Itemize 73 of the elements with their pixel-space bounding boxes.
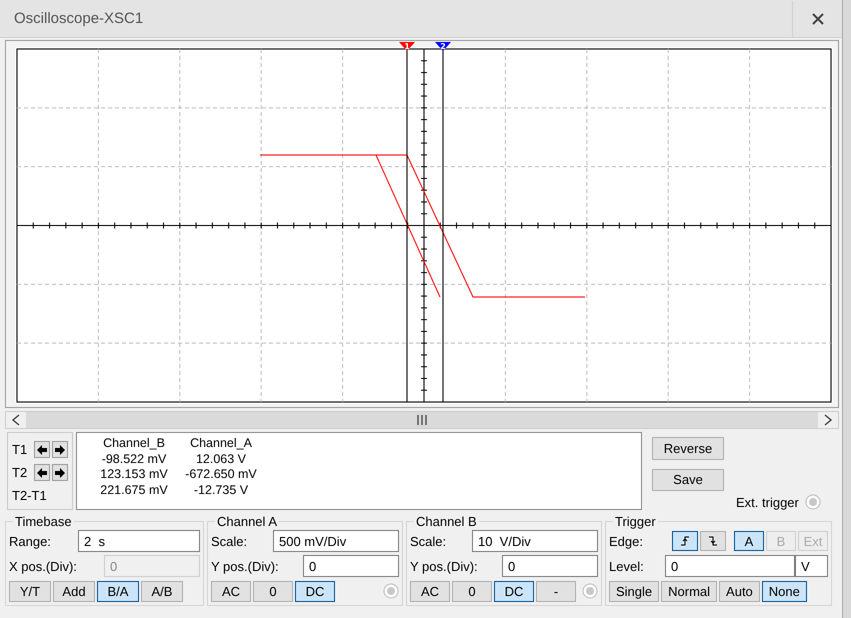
window-title: Oscilloscope-XSC1 (13, 10, 144, 27)
arrow-left-icon (37, 468, 47, 478)
readout-value: 123.153 mV (99, 467, 169, 482)
coupling-button[interactable]: 0 (452, 580, 492, 602)
coupling-button[interactable]: DC (494, 580, 534, 602)
input-field[interactable]: 0 (502, 555, 598, 577)
radio-icon (804, 494, 821, 510)
column-header: Channel_B (102, 436, 166, 452)
field-label: Level: (609, 558, 644, 574)
input-field[interactable]: 500 mV/Div (273, 530, 399, 552)
input-field[interactable]: 0 (303, 555, 399, 577)
input-field[interactable]: 10 V/Div (472, 530, 598, 552)
radio-icon (383, 583, 399, 599)
mode-button[interactable]: Y/T (9, 580, 51, 602)
edge-button[interactable] (700, 531, 726, 551)
edge-button[interactable] (672, 531, 698, 551)
field-label: Y pos.(Div): (211, 558, 279, 574)
cursor-label: T1 (12, 442, 28, 457)
coupling-button[interactable]: AC (211, 580, 251, 602)
field-label: X pos.(Div): (9, 558, 77, 574)
input-field[interactable]: 2 s (78, 530, 200, 552)
readout-value: -98.522 mV (100, 452, 168, 467)
radio-icon (582, 583, 598, 599)
mode-button[interactable]: A/B (141, 580, 183, 602)
cursor-left-button[interactable] (34, 464, 50, 481)
scroll-right-button[interactable] (818, 412, 838, 428)
mode-button[interactable]: Single (609, 580, 660, 602)
field-label: Y pos.(Div): (410, 558, 478, 574)
column-header: Channel_A (189, 436, 253, 452)
readout-value: 221.675 mV (99, 482, 169, 498)
source-button[interactable]: A (734, 531, 764, 551)
ext-trigger-label: Ext. trigger (736, 494, 799, 510)
cursor-marker: 2 (435, 42, 451, 51)
coupling-button[interactable]: AC (410, 580, 450, 602)
field-label: Range: (9, 534, 51, 548)
action-button[interactable]: Save (652, 468, 724, 491)
scroll-left-button[interactable] (6, 412, 26, 428)
coupling-button[interactable]: DC (295, 580, 335, 602)
cursor-right-button[interactable] (52, 464, 68, 481)
coupling-button[interactable]: 0 (253, 580, 293, 602)
field-label: Edge: (609, 534, 643, 548)
coupling-button[interactable]: - (536, 580, 576, 602)
mode-button[interactable]: Add (53, 580, 95, 602)
mode-button[interactable]: None (762, 580, 807, 602)
cursor-left-button[interactable] (34, 441, 50, 458)
field-label: Scale: (410, 534, 446, 548)
input-field[interactable]: 0 (665, 555, 795, 577)
group-title: Channel B (415, 514, 478, 529)
falling-edge-icon (708, 535, 718, 547)
cursor-label: T2 (12, 465, 28, 480)
field-label: Scale: (211, 534, 248, 548)
horizontal-scrollbar[interactable] (5, 411, 839, 429)
rising-edge-icon (680, 535, 690, 547)
cursor-right-button[interactable] (52, 441, 68, 458)
cursor-marker: 1 (399, 42, 415, 51)
cursor-label: T2-T1 (12, 488, 47, 503)
readout-value: 12.063 V (194, 452, 248, 467)
unit-field[interactable]: V (795, 555, 828, 577)
arrow-right-icon (55, 444, 65, 454)
mode-button[interactable]: Auto (719, 580, 760, 602)
arrow-right-icon (55, 468, 65, 478)
group-title: Trigger (614, 514, 657, 529)
mode-button[interactable]: B/A (97, 580, 139, 602)
arrow-left-icon (37, 444, 47, 454)
grip-icon (417, 415, 427, 425)
readout-value: -12.735 V (192, 482, 250, 498)
action-button[interactable]: Reverse (652, 437, 724, 460)
mode-button[interactable]: Normal (661, 580, 718, 602)
group-title: Channel A (216, 514, 278, 529)
group-title: Timebase (14, 514, 73, 529)
scrollbar-thumb[interactable] (26, 412, 818, 428)
close-icon (812, 12, 824, 24)
readout-value: -672.650 mV (184, 467, 258, 482)
